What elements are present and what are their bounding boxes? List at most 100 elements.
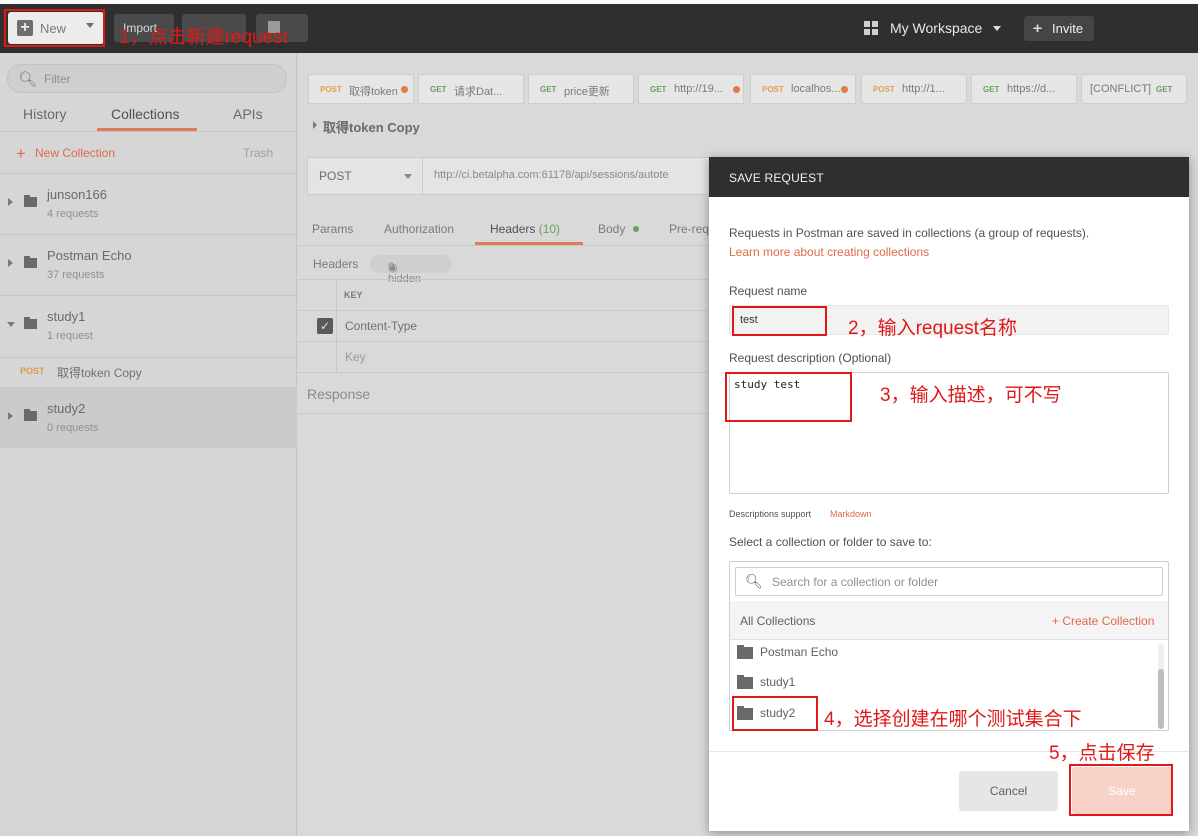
request-tab[interactable]: GET 请求Dat...	[418, 74, 524, 104]
collection-name: study1	[47, 309, 86, 324]
divider	[298, 341, 710, 342]
tab-params[interactable]: Params	[312, 222, 353, 236]
new-collection-button[interactable]: New Collection	[35, 146, 115, 160]
annotation-step-5: 5，点击保存	[1049, 743, 1155, 764]
chevron-right-icon	[8, 259, 13, 267]
collection-item-junson166[interactable]: junson166 4 requests	[0, 173, 297, 234]
breadcrumb: 取得token Copy	[323, 120, 420, 135]
collection-item-postman-echo[interactable]: Postman Echo 37 requests	[0, 234, 297, 295]
tab-apis[interactable]: APIs	[233, 106, 263, 122]
picker-item-study1[interactable]: study1	[760, 675, 795, 689]
method-badge: POST	[20, 366, 45, 376]
filter-placeholder: Filter	[44, 72, 71, 86]
annotation-box-study2	[732, 696, 818, 731]
dialog-title: SAVE REQUEST	[729, 171, 824, 185]
method-value: POST	[319, 169, 352, 183]
invite-button[interactable]: ➕︎ Invite	[1024, 16, 1094, 41]
chevron-right-icon	[8, 198, 13, 206]
collection-name: junson166	[47, 187, 107, 202]
collection-search-placeholder: Search for a collection or folder	[772, 575, 939, 589]
divider	[298, 279, 710, 280]
divider	[298, 413, 710, 414]
tab-collections[interactable]: Collections	[111, 106, 179, 122]
search-icon: 🔍︎	[745, 573, 763, 589]
tab-authorization[interactable]: Authorization	[384, 222, 454, 236]
learn-more-link[interactable]: Learn more about creating collections	[729, 245, 929, 259]
annotation-box-name	[732, 306, 827, 336]
annotation-step-1: 1，点击新建request	[119, 27, 288, 48]
annotation-step-4: 4，选择创建在哪个测试集合下	[824, 709, 1082, 730]
method-badge: POST	[320, 85, 342, 94]
method-badge: GET	[1156, 85, 1173, 94]
request-name-label: Request name	[729, 284, 808, 298]
tab-history[interactable]: History	[23, 106, 67, 122]
collection-name: study2	[47, 401, 86, 416]
collection-count: 0 requests	[47, 422, 99, 434]
tab-pre-request[interactable]: Pre-req	[669, 222, 709, 236]
method-badge: GET	[430, 85, 447, 94]
collection-count: 4 requests	[47, 208, 99, 220]
tab-body[interactable]: Body	[598, 222, 625, 236]
unsaved-dot	[841, 86, 848, 93]
request-tab[interactable]: GET https://d...	[971, 74, 1077, 104]
request-tab[interactable]: GET http://19...	[638, 74, 744, 104]
table-key-header: KEY	[344, 290, 363, 300]
search-icon: 🔍︎	[18, 71, 38, 88]
request-tab[interactable]: POST 取得token	[308, 74, 414, 104]
trash-button[interactable]: Trash	[243, 146, 273, 160]
folder-icon	[24, 195, 37, 207]
request-tab[interactable]: GET price更新	[528, 74, 634, 104]
hidden-headers-toggle[interactable]: ◉ 9 hidden	[370, 255, 452, 285]
method-badge: POST	[873, 85, 895, 94]
tab-title: localhos...	[791, 83, 841, 95]
method-badge: POST	[762, 85, 784, 94]
chevron-right-icon	[313, 121, 317, 129]
picker-item-postman-echo[interactable]: Postman Echo	[760, 645, 838, 659]
header-key-placeholder[interactable]: Key	[345, 350, 366, 364]
divider	[298, 310, 710, 311]
divider	[336, 280, 337, 372]
tab-headers[interactable]: Headers (10)	[490, 222, 560, 236]
create-collection-button[interactable]: + Create Collection	[1052, 614, 1154, 628]
unsaved-dot	[733, 86, 740, 93]
annotation-box-save	[1069, 764, 1173, 816]
header-key-cell[interactable]: Content-Type	[345, 319, 417, 333]
cancel-button-label: Cancel	[989, 784, 1028, 798]
collection-count: 37 requests	[47, 269, 105, 281]
tab-title: 取得token	[349, 86, 398, 98]
chevron-down-icon	[404, 174, 412, 179]
collection-item-study2[interactable]: study2 0 requests	[0, 387, 297, 448]
request-tab[interactable]: POST localhos...	[750, 74, 856, 104]
request-description-label: Request description (Optional)	[729, 351, 892, 365]
chevron-down-icon	[993, 26, 1001, 31]
collection-count: 1 request	[47, 330, 93, 342]
all-collections-label: All Collections	[740, 614, 816, 628]
workspace-selector[interactable]: My Workspace	[890, 20, 982, 36]
markdown-link[interactable]: Markdown	[830, 509, 872, 519]
tab-title: price更新	[564, 86, 610, 98]
invite-button-label: Invite	[1052, 21, 1084, 36]
chevron-right-icon	[8, 412, 13, 420]
request-name: 取得token Copy	[57, 366, 142, 380]
url-value: http://ci.betalpha.com:61178/api/session…	[434, 169, 669, 181]
annotation-step-2: 2，输入request名称	[848, 318, 1017, 339]
unsaved-dot	[401, 86, 408, 93]
tab-title: http://19...	[674, 83, 723, 95]
method-select[interactable]: POST	[307, 157, 423, 195]
header-enabled-checkbox[interactable]: ✓	[317, 318, 333, 334]
request-tab[interactable]: [CONFLICT] GET	[1081, 74, 1187, 104]
descriptions-support-text: Descriptions support	[729, 509, 812, 519]
collection-name: Postman Echo	[47, 248, 132, 263]
tab-title: http://1...	[902, 83, 945, 95]
cancel-button[interactable]: Cancel	[959, 771, 1058, 811]
add-user-icon: ➕︎	[1033, 21, 1043, 35]
divider	[0, 131, 297, 132]
annotation-box-description	[725, 372, 852, 422]
collection-item-study1[interactable]: study1 1 request	[0, 295, 297, 356]
folder-icon	[24, 409, 37, 421]
url-input[interactable]: http://ci.betalpha.com:61178/api/session…	[422, 157, 722, 195]
request-tab[interactable]: POST http://1...	[861, 74, 967, 104]
divider	[298, 245, 710, 246]
folder-icon	[24, 256, 37, 268]
picker-scrollbar[interactable]	[1158, 669, 1164, 729]
